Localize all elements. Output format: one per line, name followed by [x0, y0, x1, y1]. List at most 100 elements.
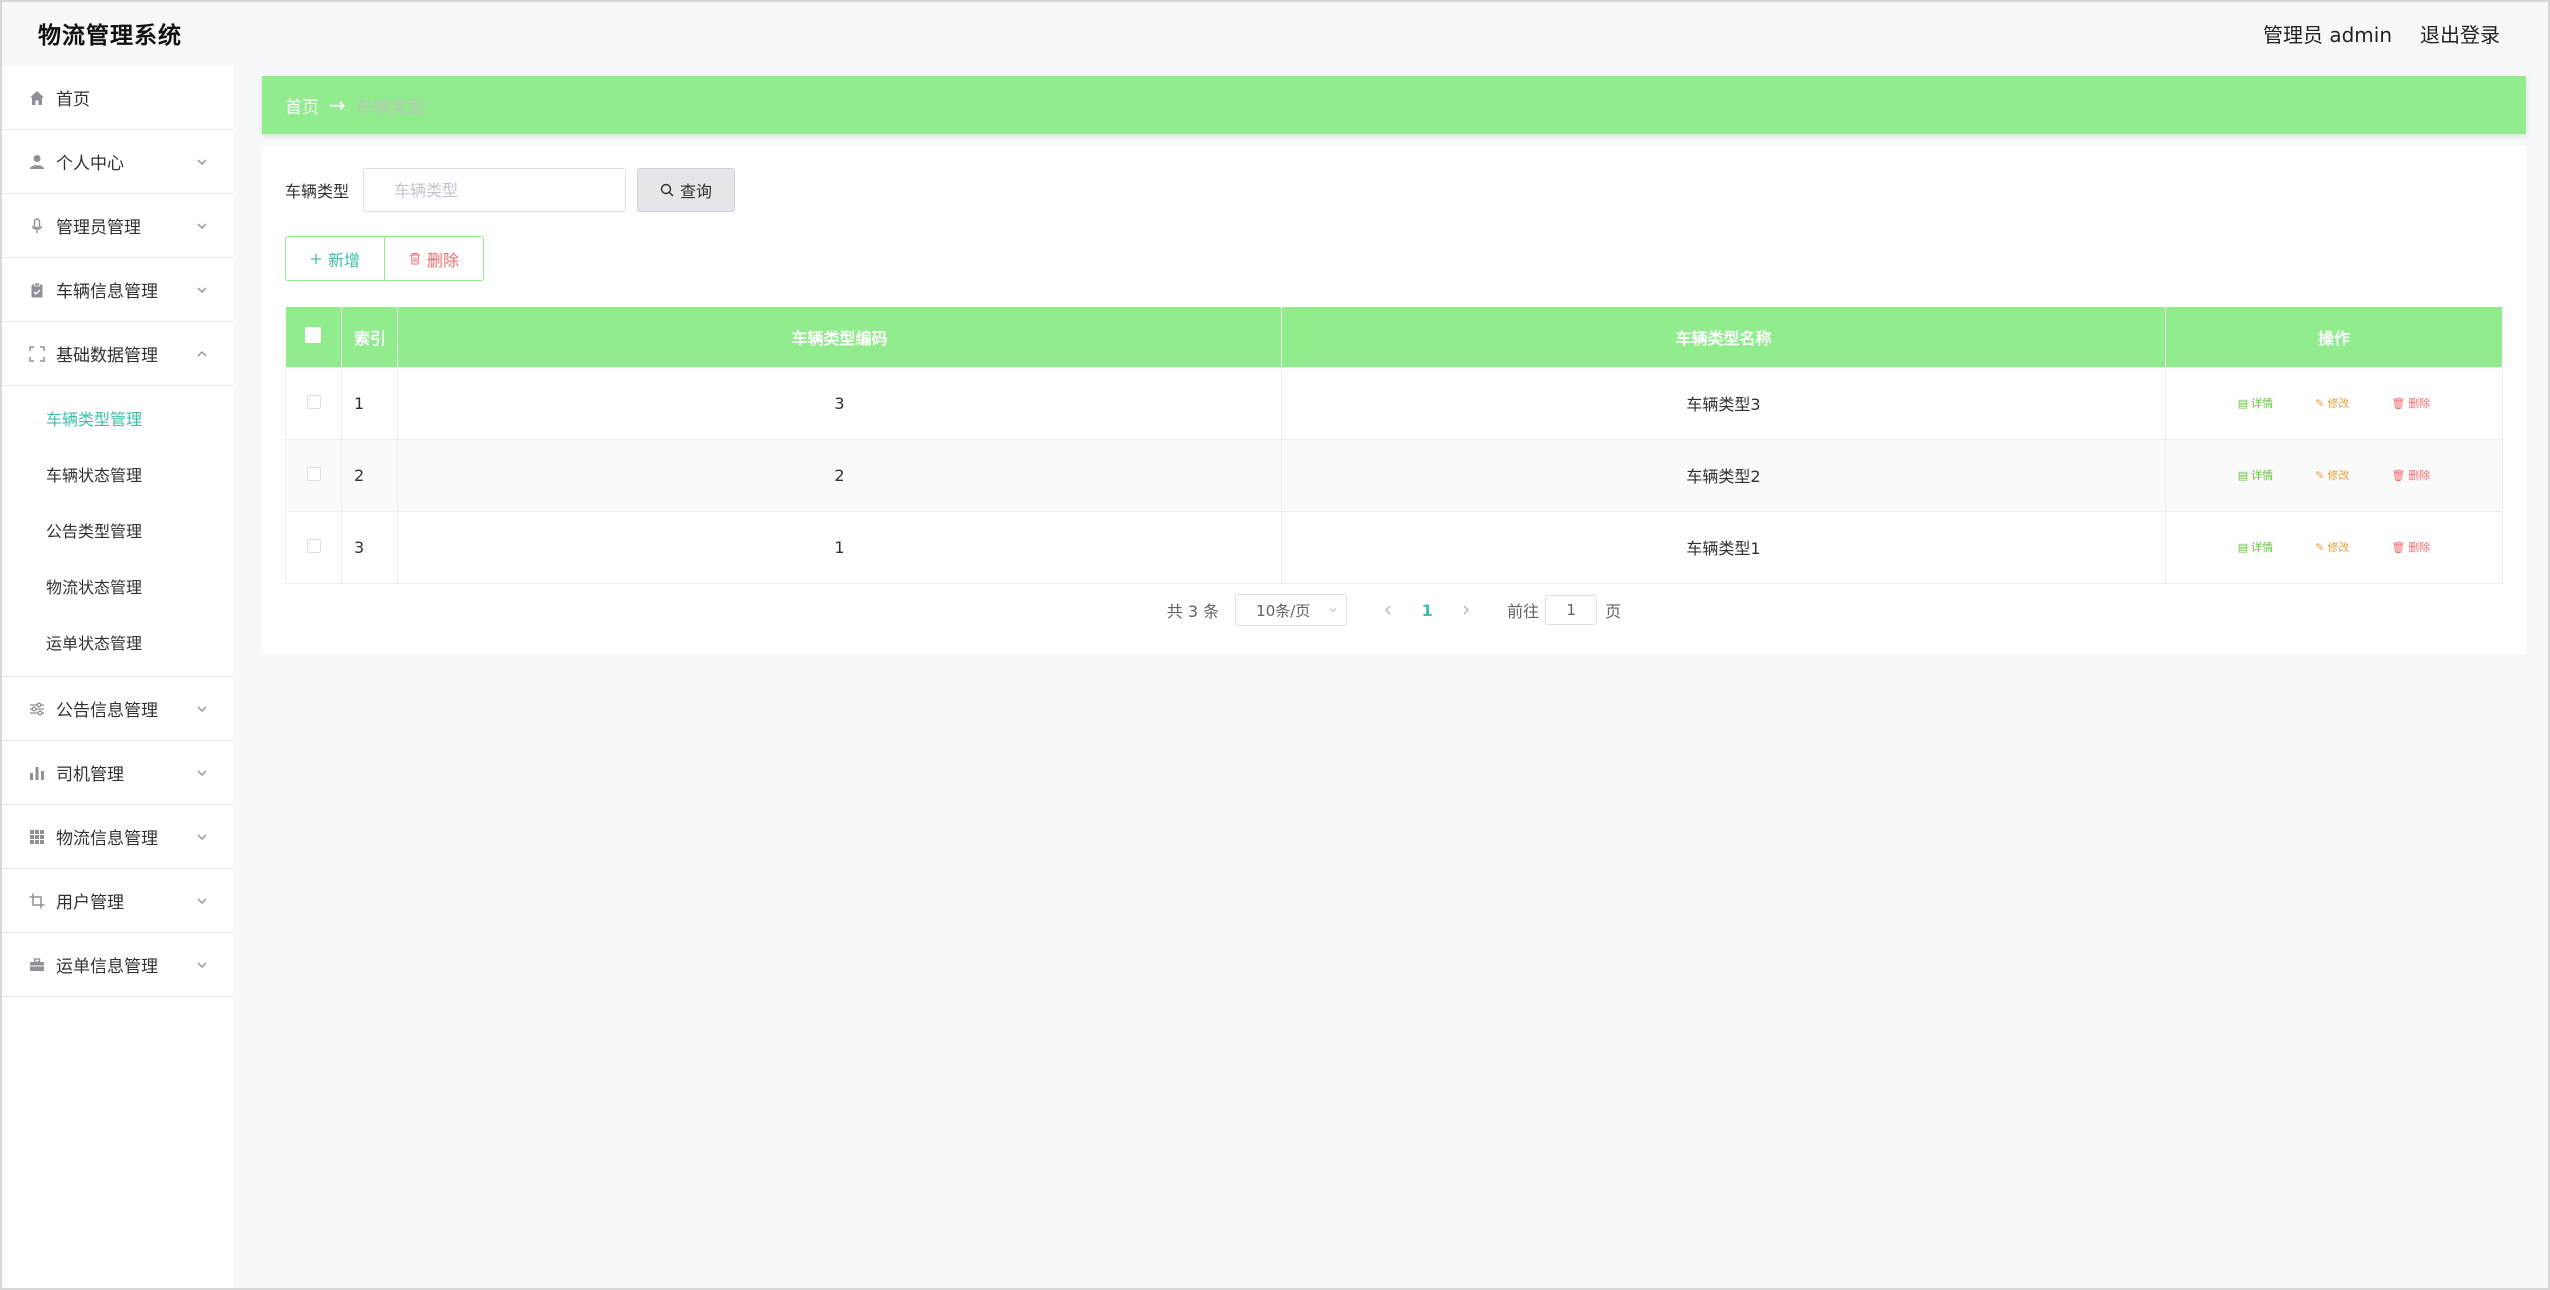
- current-user: 管理员 admin: [2262, 22, 2392, 47]
- detail-button[interactable]: ▤ 详情: [2238, 395, 2273, 411]
- row-type-name: 车辆类型3: [1281, 366, 2166, 440]
- batch-delete-button[interactable]: 删除: [384, 236, 484, 281]
- top-header: 物流管理系统 管理员 admin 退出登录: [0, 0, 2550, 66]
- chevron-down-icon: [197, 223, 207, 229]
- row-checkbox[interactable]: [306, 394, 321, 409]
- sidebar-item-notice-info[interactable]: 公告信息管理: [0, 677, 233, 741]
- sidebar-item-waybill-info[interactable]: 运单信息管理: [0, 933, 233, 997]
- row-operations: ▤ 详情 ✎ 修改 🗑 删除: [2165, 510, 2503, 584]
- sidebar-item-base-data[interactable]: 基础数据管理: [0, 322, 233, 386]
- select-all-checkbox[interactable]: [305, 326, 322, 343]
- sidebar-item-label: 物流信息管理: [56, 829, 158, 849]
- detail-button[interactable]: ▤ 详情: [2238, 467, 2273, 483]
- row-checkbox[interactable]: [306, 538, 321, 553]
- pagination-total: 共 3 条: [1166, 602, 1220, 621]
- edit-icon: ✎: [2315, 540, 2325, 554]
- add-button[interactable]: 新增: [285, 236, 385, 281]
- sidebar-item-logistics-info[interactable]: 物流信息管理: [0, 805, 233, 869]
- sidebar-subitem-vehicle-status[interactable]: 车辆状态管理: [0, 446, 233, 502]
- row-index: 1: [341, 366, 398, 440]
- sidebar: 首页 个人中心 管理员管理 车辆信息管理 基础数据管理 车辆类型管理 车辆状态管…: [0, 66, 233, 1290]
- table-row: 2 2 车辆类型2 ▤ 详情 ✎ 修改 🗑 删除: [285, 438, 2503, 512]
- sidebar-subitem-waybill-status[interactable]: 运单状态管理: [0, 614, 233, 670]
- sidebar-item-label: 车辆信息管理: [56, 282, 158, 302]
- row-delete-button[interactable]: 🗑 删除: [2391, 395, 2430, 411]
- sidebar-item-home[interactable]: 首页: [0, 66, 233, 130]
- sidebar-item-label: 管理员管理: [56, 218, 141, 238]
- row-type-name: 车辆类型1: [1281, 510, 2166, 584]
- chevron-down-icon: [197, 770, 207, 776]
- document-icon: ▤: [2237, 540, 2249, 554]
- edit-button[interactable]: ✎ 修改: [2315, 539, 2349, 555]
- detail-button[interactable]: ▤ 详情: [2238, 539, 2273, 555]
- edit-button[interactable]: ✎ 修改: [2315, 467, 2349, 483]
- pagination: 共 3 条 10条/页 1 前往 页: [262, 594, 2526, 626]
- row-checkbox-cell[interactable]: [285, 438, 342, 512]
- content-panel: 车辆类型 查询 新增 删除 索引 车辆类型编码 车辆类型名称 操作: [262, 146, 2526, 654]
- row-delete-button[interactable]: 🗑 删除: [2391, 539, 2430, 555]
- goto-unit: 页: [1605, 602, 1622, 621]
- page-size-select[interactable]: 10条/页: [1235, 594, 1348, 626]
- breadcrumb-current: 车辆类型: [355, 97, 424, 118]
- column-header-operations: 操作: [2165, 307, 2503, 367]
- sidebar-subitem-notice-type[interactable]: 公告类型管理: [0, 502, 233, 558]
- document-icon: ▤: [2237, 396, 2249, 410]
- breadcrumb: 首页 → 车辆类型: [262, 76, 2526, 134]
- sidebar-item-user-management[interactable]: 用户管理: [0, 869, 233, 933]
- table-row: 1 3 车辆类型3 ▤ 详情 ✎ 修改 🗑 删除: [285, 366, 2503, 440]
- action-buttons: 新增 删除: [285, 236, 484, 281]
- logout-link[interactable]: 退出登录: [2420, 19, 2500, 48]
- sidebar-subitem-vehicle-type[interactable]: 车辆类型管理: [0, 390, 233, 446]
- row-checkbox-cell[interactable]: [285, 366, 342, 440]
- grid-icon: [28, 828, 46, 846]
- fullscreen-icon: [28, 345, 46, 363]
- table-header-row: 索引 车辆类型编码 车辆类型名称 操作: [285, 307, 2503, 367]
- chevron-up-icon: [197, 350, 207, 356]
- mic-icon: [28, 217, 46, 235]
- edit-icon: ✎: [2315, 468, 2325, 482]
- trash-icon: 🗑: [2391, 540, 2406, 554]
- chevron-down-icon: [197, 898, 207, 904]
- row-checkbox-cell[interactable]: [285, 510, 342, 584]
- vehicle-type-search-input[interactable]: [363, 168, 627, 212]
- page-size-value: 10条/页: [1256, 601, 1311, 620]
- next-page-button[interactable]: [1449, 604, 1483, 616]
- row-type-code: 1: [397, 510, 1282, 584]
- chevron-down-icon: [197, 287, 207, 293]
- row-operations: ▤ 详情 ✎ 修改 🗑 删除: [2165, 438, 2503, 512]
- sidebar-item-admin-management[interactable]: 管理员管理: [0, 194, 233, 258]
- trash-icon: 🗑: [2391, 468, 2406, 482]
- bar-chart-icon: [28, 764, 46, 782]
- trash-icon: 🗑: [2391, 396, 2406, 410]
- row-delete-button[interactable]: 🗑 删除: [2391, 467, 2430, 483]
- trash-icon: [409, 252, 420, 265]
- sidebar-item-driver-management[interactable]: 司机管理: [0, 741, 233, 805]
- goto-page-input[interactable]: [1545, 595, 1598, 625]
- select-all-checkbox-cell[interactable]: [285, 307, 342, 367]
- prev-page-button[interactable]: [1371, 604, 1405, 616]
- sliders-icon: [28, 700, 46, 718]
- chevron-left-icon: [1385, 605, 1391, 615]
- breadcrumb-home[interactable]: 首页: [285, 93, 319, 118]
- page-number-current[interactable]: 1: [1405, 601, 1449, 620]
- sidebar-item-vehicle-info[interactable]: 车辆信息管理: [0, 258, 233, 322]
- row-checkbox[interactable]: [306, 466, 321, 481]
- base-data-submenu: 车辆类型管理 车辆状态管理 公告类型管理 物流状态管理 运单状态管理: [0, 386, 233, 677]
- delete-label: 删除: [2408, 541, 2431, 554]
- chevron-down-icon: [197, 962, 207, 968]
- query-button[interactable]: 查询: [637, 168, 736, 212]
- document-icon: ▤: [2237, 468, 2249, 482]
- chevron-down-icon: [197, 159, 207, 165]
- edit-label: 修改: [2327, 469, 2350, 482]
- detail-label: 详情: [2251, 397, 2274, 410]
- sidebar-subitem-logistics-status[interactable]: 物流状态管理: [0, 558, 233, 614]
- chevron-down-icon: [1329, 608, 1337, 613]
- edit-label: 修改: [2327, 541, 2350, 554]
- sidebar-item-personal-center[interactable]: 个人中心: [0, 130, 233, 194]
- row-index: 2: [341, 438, 398, 512]
- column-header-type-code: 车辆类型编码: [397, 307, 1282, 367]
- home-icon: [28, 89, 46, 107]
- header-user-area: 管理员 admin 退出登录: [2263, 19, 2500, 48]
- edit-button[interactable]: ✎ 修改: [2315, 395, 2349, 411]
- chevron-down-icon: [197, 834, 207, 840]
